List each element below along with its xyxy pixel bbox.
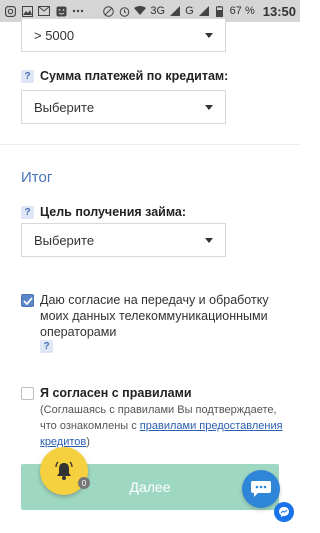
- telecom-consent-text: Даю согласие на передачу и обработку мои…: [40, 293, 269, 339]
- chat-button[interactable]: [242, 470, 280, 508]
- income-select[interactable]: > 5000: [21, 18, 226, 52]
- help-icon[interactable]: ?: [40, 340, 53, 353]
- rules-title: Я согласен с правилами: [40, 386, 192, 400]
- signal-icon: [169, 5, 181, 17]
- chevron-down-icon: [205, 32, 213, 38]
- form-content: > 5000 ? Сумма платежей по кредитам: Выб…: [0, 18, 300, 533]
- summary-title: Итог: [21, 169, 53, 186]
- messenger-icon: [279, 507, 289, 517]
- mail-icon: [38, 5, 50, 17]
- rules-note: (Соглашаясь с правилами Вы подтверждаете…: [40, 402, 290, 450]
- network-type-2: G: [185, 5, 194, 17]
- wifi-icon: [134, 5, 147, 17]
- battery-level: 67 %: [229, 5, 255, 17]
- signal-icon-2: [198, 5, 210, 17]
- alarm-icon: [118, 5, 130, 17]
- section-divider: [0, 144, 300, 145]
- instagram-icon: [4, 5, 16, 17]
- bell-icon: [55, 461, 73, 480]
- loan-purpose-label: Цель получения займа:: [40, 205, 187, 219]
- loan-purpose-select-value: Выберите: [34, 232, 95, 248]
- emoji-icon: [55, 5, 67, 17]
- check-icon: [22, 296, 33, 305]
- network-type: 3G: [150, 5, 166, 17]
- clock: 13:50: [262, 3, 296, 19]
- chevron-down-icon: [205, 237, 213, 243]
- mute-icon: [102, 5, 114, 17]
- help-icon[interactable]: ?: [21, 70, 34, 83]
- gallery-icon: [21, 5, 33, 17]
- chevron-down-icon: [205, 104, 213, 110]
- credit-payments-label: Сумма платежей по кредитам:: [40, 69, 229, 83]
- help-icon[interactable]: ?: [21, 206, 34, 219]
- more-dots-icon: [72, 5, 84, 17]
- notification-count-badge: 0: [78, 477, 90, 489]
- telecom-consent-checkbox[interactable]: [21, 294, 34, 307]
- messenger-button[interactable]: [274, 502, 294, 522]
- credit-payments-select-value: Выберите: [34, 99, 95, 115]
- chat-bubble-icon: [251, 481, 271, 497]
- rules-note-suffix: ): [86, 436, 90, 448]
- rules-checkbox[interactable]: [21, 387, 34, 400]
- loan-purpose-select[interactable]: Выберите: [21, 223, 226, 257]
- credit-payments-select[interactable]: Выберите: [21, 90, 226, 124]
- battery-icon: [214, 5, 226, 17]
- income-select-value: > 5000: [34, 27, 75, 43]
